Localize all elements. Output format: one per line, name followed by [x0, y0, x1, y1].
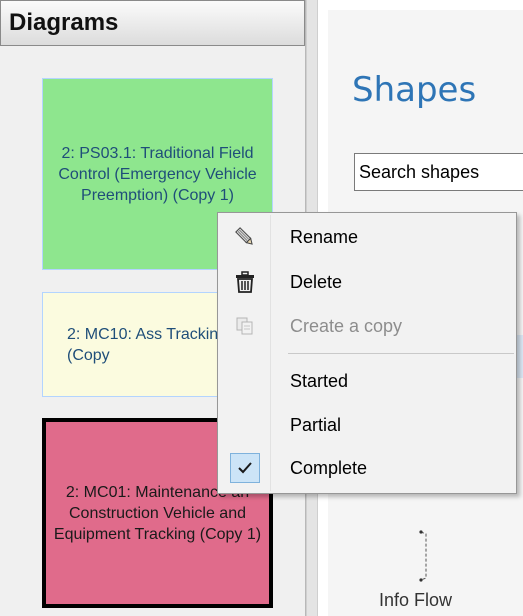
menu-item-rename[interactable]: Rename	[220, 217, 514, 257]
menu-item-delete[interactable]: Delete	[220, 262, 514, 302]
menu-item-partial[interactable]: Partial	[220, 405, 514, 445]
menu-item-label: Create a copy	[290, 315, 403, 336]
app-window: Diagrams 2: PS03.1: Traditional Field Co…	[0, 0, 523, 616]
checkmark-icon	[230, 453, 260, 483]
copy-icon	[220, 306, 270, 346]
menu-item-create-copy[interactable]: Create a copy	[220, 306, 514, 346]
menu-item-label: Rename	[290, 226, 359, 247]
menu-item-label: Delete	[290, 271, 343, 292]
menu-item-complete[interactable]: Complete	[220, 448, 514, 488]
menu-separator	[288, 353, 514, 354]
diagrams-panel-title: Diagrams	[0, 0, 305, 46]
diagram-tile-label: 2: PS03.1: Traditional Field Control (Em…	[58, 144, 257, 204]
search-shapes-input[interactable]: Search shapes	[354, 153, 523, 191]
pencil-icon	[220, 217, 270, 257]
info-flow-label: Info Flow	[379, 590, 453, 610]
context-menu: Rename Delete Create a copy Started Part…	[217, 212, 517, 494]
menu-item-started[interactable]: Started	[220, 361, 514, 401]
menu-item-label: Partial	[290, 414, 342, 435]
menu-item-label: Started	[290, 370, 349, 391]
menu-item-label: Complete	[290, 457, 368, 478]
info-flow-icon[interactable]	[418, 530, 432, 586]
trash-icon	[220, 262, 270, 302]
shapes-panel-title: Shapes	[352, 70, 477, 110]
